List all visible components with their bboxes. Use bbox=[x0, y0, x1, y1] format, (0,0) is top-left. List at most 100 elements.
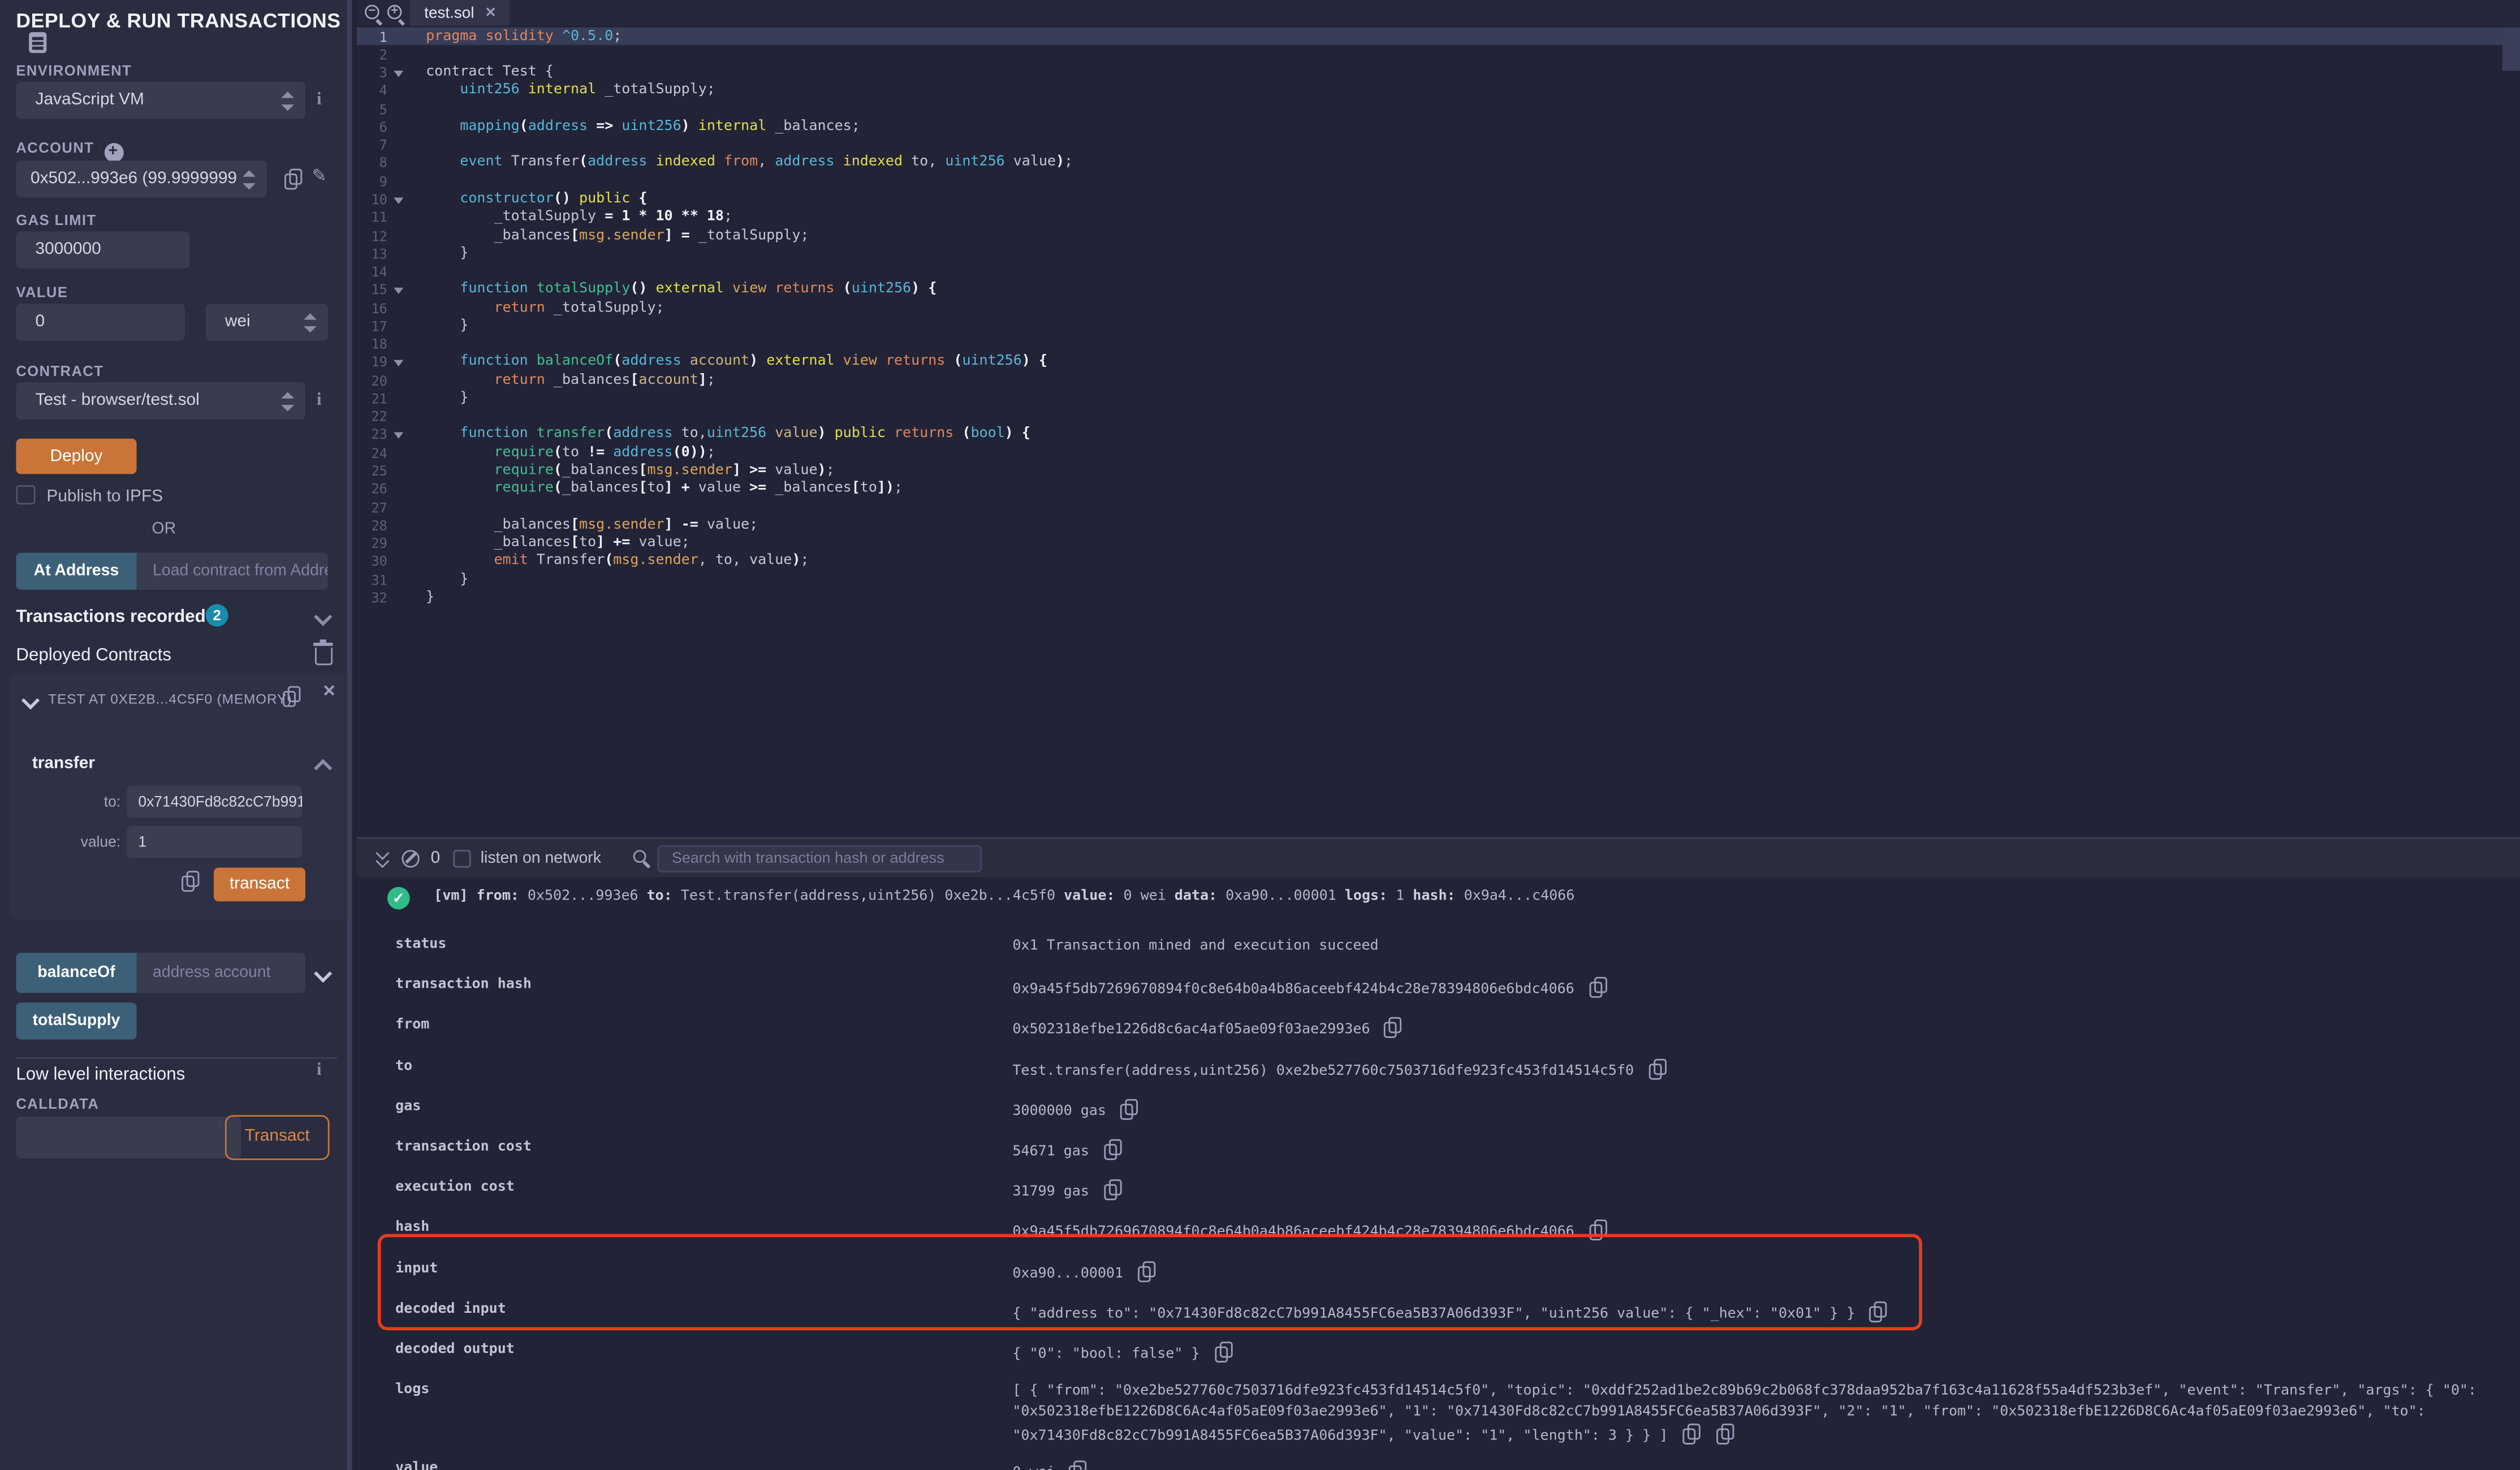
expand-fn-icon[interactable] bbox=[314, 965, 332, 983]
account-select[interactable]: 0x502...993e6 (99.9999999 bbox=[16, 161, 266, 197]
gas-limit-input[interactable]: 3000000 bbox=[16, 231, 189, 268]
code-line[interactable]: 14 bbox=[357, 263, 2520, 281]
value-unit-select[interactable]: wei bbox=[206, 304, 328, 340]
copy-icon[interactable] bbox=[1121, 1099, 1140, 1119]
environment-info-icon[interactable]: i bbox=[317, 90, 322, 109]
close-icon[interactable]: × bbox=[323, 683, 335, 699]
code-line[interactable]: 6 mapping(address => uint256) internal _… bbox=[357, 118, 2520, 136]
chevron-up-icon[interactable] bbox=[314, 759, 332, 777]
tx-detail-value: 54671 gas bbox=[1012, 1130, 2494, 1163]
transact-button[interactable]: transact bbox=[214, 868, 305, 902]
code-line[interactable]: 3contract Test { bbox=[357, 63, 2520, 81]
tx-detail-row-transaction-hash: transaction hash0x9a45f5db7269670894f0c8… bbox=[357, 967, 2520, 1008]
code-line[interactable]: 13 } bbox=[357, 244, 2520, 262]
environment-select[interactable]: JavaScript VM bbox=[16, 82, 305, 119]
collapse-terminal-icon[interactable] bbox=[376, 848, 389, 867]
totalsupply-button[interactable]: totalSupply bbox=[16, 1002, 136, 1039]
copy-icon[interactable] bbox=[1589, 1220, 1608, 1241]
listen-network-checkbox[interactable] bbox=[453, 850, 471, 867]
copy-icon[interactable] bbox=[1384, 1018, 1404, 1039]
copy-address-icon[interactable] bbox=[283, 686, 302, 707]
chevron-down-icon[interactable] bbox=[314, 608, 332, 626]
code-line[interactable]: 9 bbox=[357, 172, 2520, 190]
code-lines[interactable]: 1pragma solidity ^0.5.0;23contract Test … bbox=[357, 27, 2520, 606]
code-line[interactable]: 29 _balances[to] += value; bbox=[357, 534, 2520, 552]
at-address-button[interactable]: At Address bbox=[16, 553, 136, 590]
editor-scrollbar[interactable] bbox=[2502, 29, 2520, 71]
code-line[interactable]: 28 _balances[msg.sender] -= value; bbox=[357, 516, 2520, 534]
clear-console-icon[interactable] bbox=[402, 850, 419, 867]
zoom-in-icon[interactable]: + bbox=[387, 5, 402, 20]
copy-icon[interactable] bbox=[1716, 1423, 1736, 1444]
zoom-out-icon[interactable]: − bbox=[365, 5, 379, 20]
deploy-button[interactable]: Deploy bbox=[16, 439, 136, 474]
contract-info-icon[interactable]: i bbox=[317, 391, 322, 410]
calldata-label: CALLDATA bbox=[16, 1096, 99, 1112]
copy-icon[interactable] bbox=[1069, 1460, 1089, 1470]
at-address-input[interactable]: Load contract from Address bbox=[137, 553, 328, 590]
code-line[interactable]: 10 constructor() public { bbox=[357, 190, 2520, 208]
copy-account-icon[interactable] bbox=[284, 168, 304, 189]
code-line[interactable]: 12 _balances[msg.sender] = _totalSupply; bbox=[357, 226, 2520, 244]
value-input[interactable]: 0 bbox=[16, 304, 184, 340]
copy-icon[interactable] bbox=[1649, 1058, 1668, 1079]
to-input[interactable]: 0x71430Fd8c82cC7b991, bbox=[127, 786, 303, 818]
copy-icon[interactable] bbox=[1138, 1260, 1157, 1281]
code-line[interactable]: 15 function totalSupply() external view … bbox=[357, 281, 2520, 299]
code-line[interactable]: 20 return _balances[account]; bbox=[357, 371, 2520, 390]
contract-select[interactable]: Test - browser/test.sol bbox=[16, 382, 305, 419]
close-tab-icon[interactable]: × bbox=[485, 3, 495, 23]
copy-icon[interactable] bbox=[1589, 977, 1608, 998]
code-line[interactable]: 31 } bbox=[357, 570, 2520, 589]
tx-detail-row-decoded-input: decoded input{ "address to": "0x71430Fd8… bbox=[357, 1291, 2520, 1332]
code-line[interactable]: 24 require(to != address(0)); bbox=[357, 444, 2520, 462]
fold-icon[interactable] bbox=[391, 68, 405, 77]
add-account-icon[interactable]: + bbox=[103, 143, 123, 162]
fold-icon[interactable] bbox=[391, 285, 405, 295]
code-line[interactable]: 8 event Transfer(address indexed from, a… bbox=[357, 154, 2520, 172]
code-line[interactable]: 1pragma solidity ^0.5.0; bbox=[357, 27, 2520, 45]
copy-icon[interactable] bbox=[1682, 1423, 1702, 1444]
code-line[interactable]: 16 return _totalSupply; bbox=[357, 299, 2520, 317]
publish-ipfs-checkbox[interactable] bbox=[16, 485, 35, 504]
fold-icon[interactable] bbox=[391, 357, 405, 367]
low-level-transact-button[interactable]: Transact bbox=[225, 1115, 330, 1160]
copy-icon[interactable] bbox=[1214, 1342, 1233, 1363]
copy-calldata-icon[interactable] bbox=[182, 871, 201, 892]
edit-account-icon[interactable]: ✎ bbox=[312, 166, 326, 187]
balanceof-arg-input[interactable]: address account bbox=[137, 953, 305, 993]
code-line[interactable]: 22 bbox=[357, 408, 2520, 426]
code-line[interactable]: 21 } bbox=[357, 390, 2520, 408]
code-line[interactable]: 18 bbox=[357, 335, 2520, 353]
copy-icon[interactable] bbox=[1103, 1139, 1123, 1160]
code-line[interactable]: 5 bbox=[357, 100, 2520, 118]
fold-icon[interactable] bbox=[391, 194, 405, 204]
collapse-contract-icon[interactable] bbox=[21, 691, 40, 710]
trash-icon[interactable] bbox=[315, 647, 333, 665]
copy-icon[interactable] bbox=[1103, 1179, 1123, 1200]
transaction-log-row[interactable]: ✓ [vm] from: 0x502...993e6 to: Test.tran… bbox=[357, 882, 2520, 918]
code-line[interactable]: 30 emit Transfer(msg.sender, to, value); bbox=[357, 552, 2520, 570]
tx-detail-label: transaction cost bbox=[395, 1139, 532, 1155]
code-line[interactable]: 4 uint256 internal _totalSupply; bbox=[357, 81, 2520, 100]
calldata-input[interactable] bbox=[16, 1117, 241, 1158]
documentation-icon[interactable] bbox=[29, 32, 46, 53]
terminal-search-input[interactable] bbox=[657, 844, 982, 871]
code-line[interactable]: 23 function transfer(address to,uint256 … bbox=[357, 426, 2520, 444]
code-line[interactable]: 17 } bbox=[357, 317, 2520, 335]
fold-icon[interactable] bbox=[391, 430, 405, 439]
code-line[interactable]: 25 require(_balances[msg.sender] >= valu… bbox=[357, 462, 2520, 480]
copy-icon[interactable] bbox=[1870, 1301, 1889, 1322]
code-line[interactable]: 11 _totalSupply = 1 * 10 ** 18; bbox=[357, 208, 2520, 226]
code-line[interactable]: 7 bbox=[357, 136, 2520, 154]
low-level-info-icon[interactable]: i bbox=[317, 1061, 322, 1080]
tab-test-sol[interactable]: test.sol× bbox=[410, 0, 511, 25]
line-number: 10 bbox=[357, 191, 387, 207]
code-line[interactable]: 26 require(_balances[to] + value >= _bal… bbox=[357, 480, 2520, 498]
code-line[interactable]: 19 function balanceOf(address account) e… bbox=[357, 353, 2520, 371]
code-line[interactable]: 27 bbox=[357, 498, 2520, 516]
code-line[interactable]: 32} bbox=[357, 589, 2520, 607]
code-line[interactable]: 2 bbox=[357, 45, 2520, 63]
value-param-input[interactable]: 1 bbox=[127, 826, 303, 858]
balanceof-button[interactable]: balanceOf bbox=[16, 953, 136, 993]
